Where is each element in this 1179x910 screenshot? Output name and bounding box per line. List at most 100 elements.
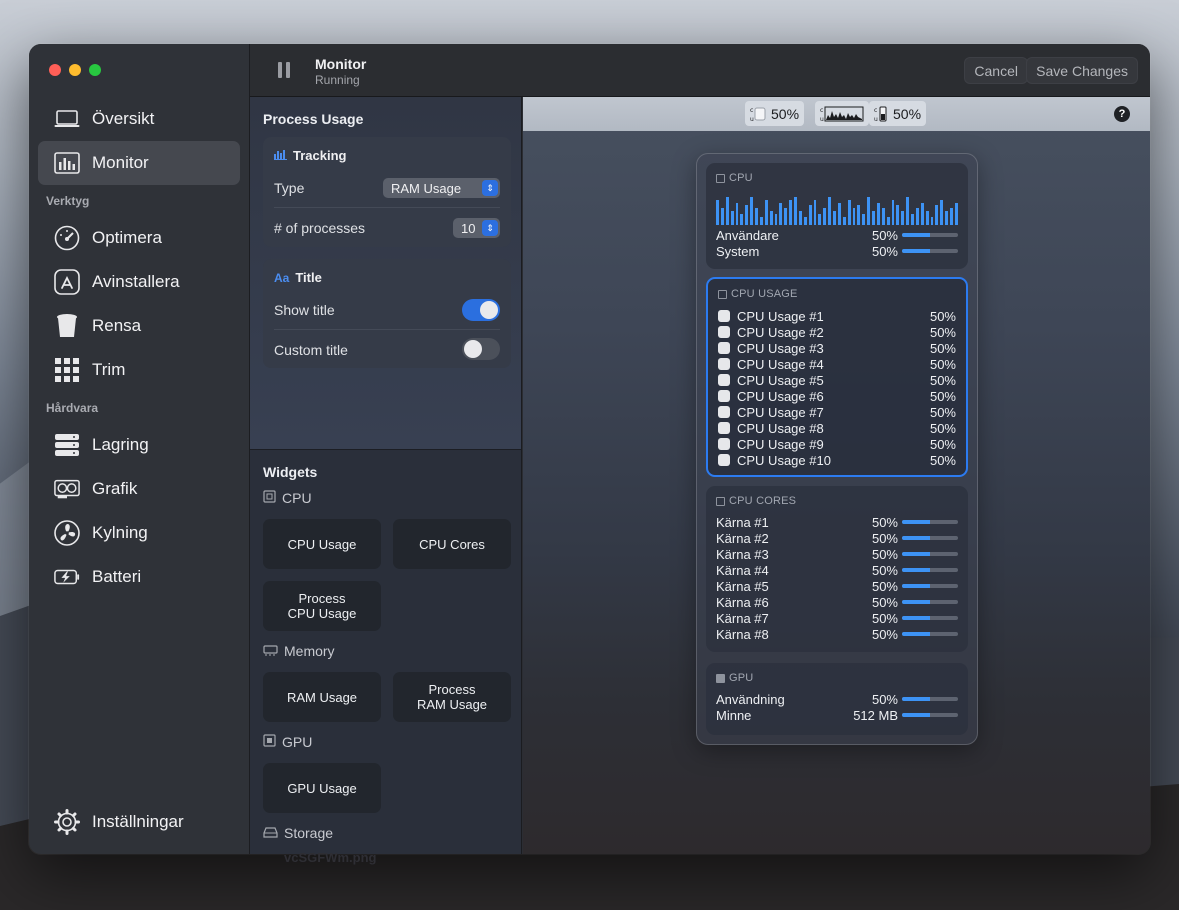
toolbar-status: Running: [315, 73, 360, 87]
chart-icon: [274, 148, 287, 163]
tracking-header: Tracking: [274, 148, 346, 163]
checkbox[interactable]: [718, 422, 730, 434]
widget-gpu-usage[interactable]: GPU Usage: [263, 763, 381, 813]
checkbox[interactable]: [718, 390, 730, 402]
sidebar-item-label: Grafik: [92, 479, 138, 498]
checkbox[interactable]: [718, 374, 730, 386]
row-label: CPU Usage #10: [737, 452, 831, 468]
close-window-button[interactable]: [49, 64, 61, 76]
cpu-chip-icon: [716, 173, 725, 183]
usage-bar-fill: [902, 536, 930, 540]
checkbox[interactable]: [718, 438, 730, 450]
cpu-chip-icon: [718, 289, 727, 299]
help-button[interactable]: ?: [1114, 106, 1130, 122]
preview-area: cu 50% cu cu 50% ? CPU Användare 50% Sys…: [523, 97, 1150, 854]
row-value: 50%: [871, 514, 898, 530]
widget-ram-usage[interactable]: RAM Usage: [263, 672, 381, 722]
usage-bar: [902, 713, 958, 717]
pause-icon-bar: [286, 62, 290, 78]
checkbox[interactable]: [718, 310, 730, 322]
type-select[interactable]: RAM Usage ⇕: [383, 178, 500, 198]
sidebar-item-batteri[interactable]: Batteri: [38, 555, 240, 599]
title-header: Aa Title: [274, 270, 322, 285]
cpu-history-graph: [716, 195, 958, 225]
gpu-row-usage: Användning 50%: [716, 691, 958, 707]
widget-group-storage: Storage: [263, 825, 333, 841]
widget-label-line2: RAM Usage: [416, 697, 488, 712]
cancel-button[interactable]: Cancel: [964, 57, 1028, 84]
usage-bar-fill: [902, 697, 930, 701]
usage-bar: [902, 632, 958, 636]
cpu-cores-widget[interactable]: CPU CORES Kärna #1 50% Kärna #2 50% Kärna #3…: [706, 486, 968, 652]
widgets-heading: Widgets: [263, 464, 318, 480]
svg-text:c: c: [750, 107, 753, 114]
zoom-window-button[interactable]: [89, 64, 101, 76]
widget-process-cpu-usage[interactable]: Process CPU Usage: [263, 581, 381, 631]
checkbox[interactable]: [718, 358, 730, 370]
save-changes-button[interactable]: Save Changes: [1026, 57, 1138, 84]
type-row: Type RAM Usage ⇕: [263, 168, 511, 207]
gpu-chip-icon: [263, 734, 276, 750]
graph-bar: [750, 197, 753, 225]
minimize-window-button[interactable]: [69, 64, 81, 76]
checkbox[interactable]: [718, 406, 730, 418]
usage-bar: [902, 520, 958, 524]
sidebar-item-lagring[interactable]: Lagring: [38, 423, 240, 467]
show-title-toggle[interactable]: [462, 299, 500, 321]
chevron-updown-icon: ⇕: [482, 220, 498, 236]
sidebar-item-optimera[interactable]: Optimera: [38, 216, 240, 260]
checkbox[interactable]: [718, 326, 730, 338]
title-card-title: Title: [295, 270, 322, 285]
usage-bar-fill: [902, 713, 930, 717]
sidebar-item-label: Inställningar: [92, 812, 184, 831]
sidebar-item-oversikt[interactable]: Översikt: [38, 97, 240, 141]
toggle-knob: [464, 340, 482, 358]
row-value: 50%: [871, 243, 898, 259]
row-label: CPU Usage #6: [737, 388, 824, 404]
sidebar-item-monitor[interactable]: Monitor: [38, 141, 240, 185]
processes-stepper[interactable]: 10 ⇕: [453, 218, 500, 238]
fan-icon: [54, 520, 80, 546]
widget-title: CPU: [716, 172, 753, 184]
graph-bar: [774, 214, 778, 225]
cpu-usage-row: CPU Usage #2 50%: [718, 324, 956, 340]
menubar-cpu-item[interactable]: cu 50%: [745, 101, 805, 126]
widget-title: CPU CORES: [716, 495, 796, 507]
sidebar-item-trim[interactable]: Trim: [38, 348, 240, 392]
row-label: Kärna #1: [716, 514, 769, 530]
widget-group-label: GPU: [282, 734, 313, 750]
widget-label-line1: Process: [298, 591, 346, 606]
widget-process-ram-usage[interactable]: Process RAM Usage: [393, 672, 511, 722]
menubar-graph-item[interactable]: cu: [815, 101, 869, 126]
cpu-usage-widget-selected[interactable]: CPU USAGE CPU Usage #1 50% CPU Usage #2 50%…: [706, 277, 968, 477]
sidebar-item-avinstallera[interactable]: Avinstallera: [38, 260, 240, 304]
cpu-core-row: Kärna #1 50%: [716, 514, 958, 530]
sidebar-item-rensa[interactable]: Rensa: [38, 304, 240, 348]
usage-bar-fill: [902, 616, 930, 620]
cpu-usage-row: CPU Usage #4 50%: [718, 356, 956, 372]
memory-icon: [263, 643, 278, 659]
sidebar-item-label: Batteri: [92, 567, 142, 586]
widget-cpu-cores[interactable]: CPU Cores: [393, 519, 511, 569]
row-label: Kärna #2: [716, 530, 769, 546]
row-label: CPU Usage #9: [737, 436, 824, 452]
row-label: Kärna #7: [716, 610, 769, 626]
svg-text:u: u: [874, 116, 878, 123]
pause-button[interactable]: [278, 62, 292, 78]
svg-text:u: u: [820, 116, 824, 123]
sidebar-item-grafik[interactable]: Grafik: [38, 467, 240, 511]
menubar-ram-item[interactable]: cu 50%: [869, 101, 927, 126]
app-store-icon: [54, 269, 80, 295]
cpu-widget[interactable]: CPU Användare 50% System 50%: [706, 163, 968, 269]
gpu-widget[interactable]: GPU Användning 50% Minne 512 MB: [706, 663, 968, 735]
sidebar-item-settings[interactable]: Inställningar: [38, 800, 240, 844]
checkbox[interactable]: [718, 454, 730, 466]
sidebar-item-kylning[interactable]: Kylning: [38, 511, 240, 555]
usage-bar: [902, 584, 958, 588]
checkbox[interactable]: [718, 342, 730, 354]
graph-bar: [794, 197, 797, 225]
widget-cpu-usage[interactable]: CPU Usage: [263, 519, 381, 569]
row-value: 50%: [871, 546, 898, 562]
sidebar-item-label: Trim: [92, 360, 126, 379]
custom-title-toggle[interactable]: [462, 338, 500, 360]
